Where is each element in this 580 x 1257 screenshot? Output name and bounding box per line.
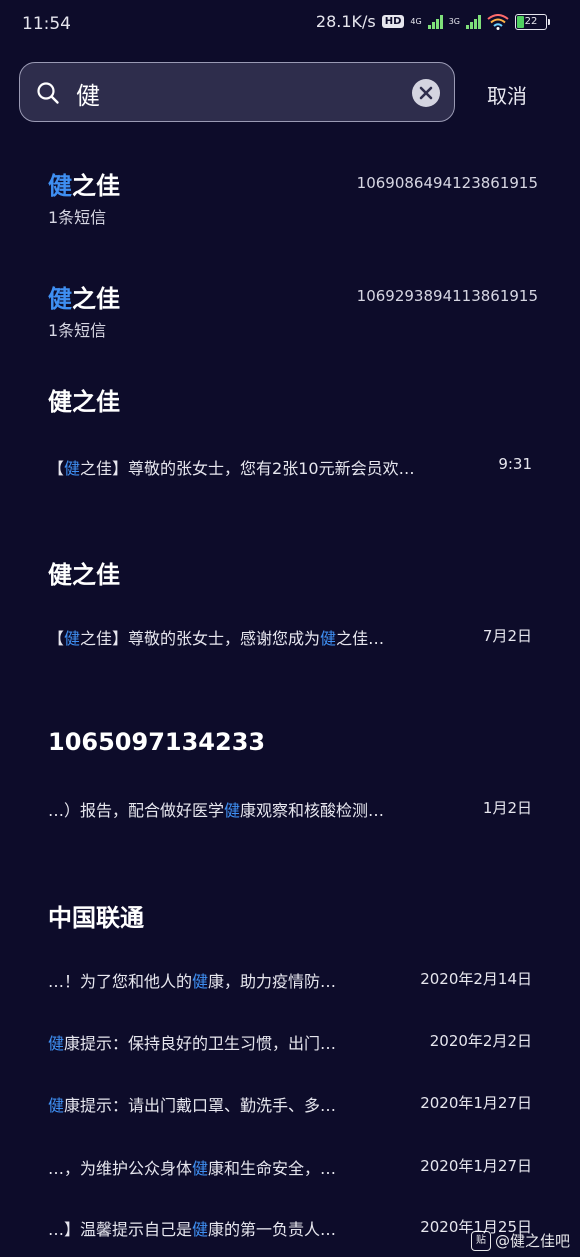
search-icon xyxy=(37,82,59,104)
message-date: 7月2日 xyxy=(482,627,532,645)
clear-search-button[interactable] xyxy=(412,79,440,107)
net-3g-label: 3G xyxy=(448,17,460,26)
contact-message-count: 1条短信 xyxy=(48,321,107,340)
message-snippet: 【健之佳】尊敬的张女士，感谢您成为健之佳… xyxy=(48,629,385,648)
battery-icon: 22 xyxy=(515,13,550,30)
message-snippet: 健康提示：请出门戴口罩、勤洗手、多… xyxy=(48,1096,337,1115)
message-result[interactable]: …】温馨提示自己是健康的第一负责人… 2020年1月25日 xyxy=(48,1216,532,1240)
tieba-logo-icon: 贴 xyxy=(470,1230,491,1251)
message-result[interactable]: …）报告，配合做好医学健康观察和核酸检测… 1月2日 xyxy=(48,797,532,821)
message-date: 2020年2月14日 xyxy=(420,970,532,988)
cancel-button[interactable]: 取消 xyxy=(487,80,527,109)
contact-number: 1069293894113861915 xyxy=(356,287,538,305)
contact-number: 10690864941238619​15 xyxy=(356,174,538,192)
status-bar: 11:54 28.1K/s HD 4G 3G 22 xyxy=(0,0,580,50)
thread-title[interactable]: 健之佳 xyxy=(48,382,120,417)
network-speed: 28.1K/s xyxy=(315,12,376,31)
message-snippet: …】温馨提示自己是健康的第一负责人… xyxy=(48,1220,337,1239)
message-result[interactable]: …，为维护公众身体健康和生命安全，… 2020年1月27日 xyxy=(48,1155,532,1179)
message-date: 2020年1月27日 xyxy=(420,1094,532,1112)
message-snippet: …）报告，配合做好医学健康观察和核酸检测… xyxy=(48,801,385,820)
message-result[interactable]: 【健之佳】尊敬的张女士，您有2张10元新会员欢… 9:31 xyxy=(48,455,532,479)
wifi-icon xyxy=(487,13,509,30)
watermark: 贴 @健之佳吧 xyxy=(470,1230,570,1251)
status-icons: 28.1K/s HD 4G 3G 22 xyxy=(316,12,550,31)
contact-name: 健之佳 xyxy=(48,172,120,200)
message-date: 1月2日 xyxy=(482,799,532,817)
status-time: 11:54 xyxy=(22,14,71,34)
message-result[interactable]: 健康提示：保持良好的卫生习惯，出门… 2020年2月2日 xyxy=(48,1030,532,1054)
net-4g-label: 4G xyxy=(410,17,422,26)
watermark-text: @健之佳吧 xyxy=(494,1232,570,1250)
close-icon xyxy=(419,86,433,100)
thread-title[interactable]: 健之佳 xyxy=(48,555,120,590)
message-date: 2020年1月27日 xyxy=(420,1157,532,1175)
message-date: 9:31 xyxy=(498,455,532,473)
message-snippet: 【健之佳】尊敬的张女士，您有2张10元新会员欢… xyxy=(48,459,415,478)
message-snippet: 健康提示：保持良好的卫生习惯，出门… xyxy=(48,1034,337,1053)
battery-level: 22 xyxy=(524,15,538,27)
message-date: 2020年2月2日 xyxy=(429,1032,532,1050)
message-snippet: …！为了您和他人的健康，助力疫情防… xyxy=(48,972,337,991)
signal-icon xyxy=(427,14,443,29)
message-snippet: …，为维护公众身体健康和生命安全，… xyxy=(48,1159,337,1178)
hd-badge: HD xyxy=(381,15,405,28)
thread-title[interactable]: 中国联通 xyxy=(48,898,144,933)
message-result[interactable]: 【健之佳】尊敬的张女士，感谢您成为健之佳… 7月2日 xyxy=(48,625,532,649)
contact-name: 健之佳 xyxy=(48,285,120,313)
signal-icon-2 xyxy=(466,14,481,29)
message-result[interactable]: 健康提示：请出门戴口罩、勤洗手、多… 2020年1月27日 xyxy=(48,1092,532,1116)
search-input[interactable] xyxy=(74,73,398,113)
contact-message-count: 1条短信 xyxy=(48,208,107,227)
message-result[interactable]: …！为了您和他人的健康，助力疫情防… 2020年2月14日 xyxy=(48,968,532,992)
search-bar[interactable] xyxy=(19,62,455,122)
thread-title[interactable]: 1065097134233 xyxy=(48,728,265,756)
